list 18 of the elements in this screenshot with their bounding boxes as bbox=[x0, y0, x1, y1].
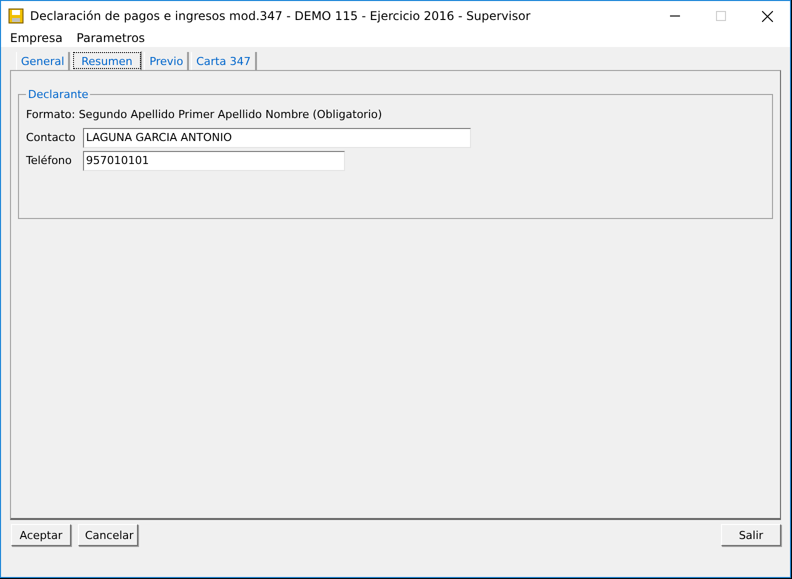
tab[interactable]: General bbox=[16, 52, 70, 70]
menu-item[interactable]: Parametros bbox=[76, 31, 145, 47]
window-title: Declaración de pagos e ingresos mod.347 - DEMO 115 - Ejercicio 2016 - Supervisor bbox=[30, 9, 532, 23]
tab[interactable]: Resumen bbox=[72, 51, 142, 70]
close-icon bbox=[762, 10, 772, 22]
group-title: Declarante bbox=[27, 88, 90, 101]
maximize-icon bbox=[716, 11, 726, 21]
input-field[interactable]: 957010101 bbox=[83, 150, 345, 170]
input-field[interactable]: LAGUNA GARCIA ANTONIO bbox=[83, 128, 471, 148]
field-label: Contacto bbox=[26, 131, 77, 144]
tab[interactable]: Previo bbox=[144, 52, 190, 70]
tab[interactable]: Carta 347 bbox=[191, 52, 257, 70]
dialog-button[interactable]: Cancelar bbox=[78, 524, 138, 546]
field-label: Teléfono bbox=[26, 154, 73, 167]
dialog-button[interactable]: Aceptar bbox=[11, 524, 71, 546]
format-hint: Formato: Segundo Apellido Primer Apellido Nombre (Obligatorio) bbox=[26, 108, 384, 121]
exit-button[interactable]: Salir bbox=[721, 524, 781, 546]
menu-item[interactable]: Empresa bbox=[10, 31, 63, 47]
